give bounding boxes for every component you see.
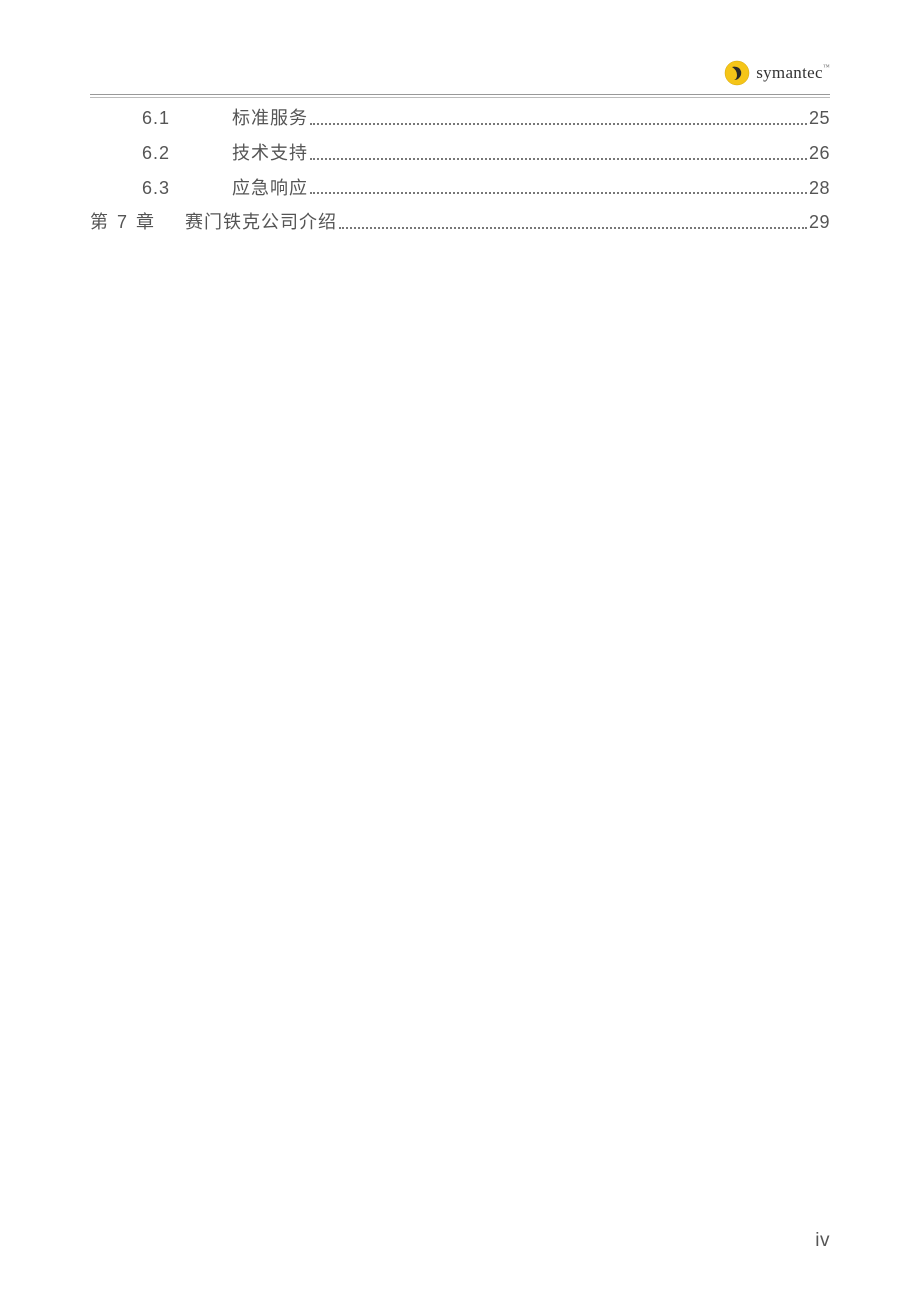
toc-entry: 6.1 标准服务 25 xyxy=(90,104,830,133)
toc-leader-dots xyxy=(310,123,807,125)
toc-entry-title: 应急响应 xyxy=(232,174,308,203)
toc-entry-number: 6.3 xyxy=(142,174,232,203)
toc-leader-dots xyxy=(339,227,807,229)
brand-name: symantec™ xyxy=(756,63,830,83)
toc-entry-title: 技术支持 xyxy=(232,139,308,168)
header-divider-thick xyxy=(90,94,830,95)
toc-entry-page: 25 xyxy=(809,104,830,133)
toc-entry-number: 第 7 章 xyxy=(90,208,185,237)
toc-leader-dots xyxy=(310,192,807,194)
toc-entry: 6.3 应急响应 28 xyxy=(90,174,830,203)
toc-leader-dots xyxy=(310,158,807,160)
toc-entry-page: 26 xyxy=(809,139,830,168)
header-divider-thin xyxy=(90,97,830,98)
table-of-contents: 6.1 标准服务 25 6.2 技术支持 26 6.3 应急响应 28 第 7 … xyxy=(90,104,830,237)
symantec-logo-icon xyxy=(724,60,750,86)
document-page: symantec™ 6.1 标准服务 25 6.2 技术支持 26 6.3 应急… xyxy=(0,0,920,1302)
page-number-footer: iv xyxy=(815,1230,830,1252)
toc-entry-chapter: 第 7 章 赛门铁克公司介绍 29 xyxy=(90,208,830,237)
toc-entry-title: 标准服务 xyxy=(232,104,308,133)
toc-entry-page: 28 xyxy=(809,174,830,203)
toc-entry-number: 6.2 xyxy=(142,139,232,168)
toc-entry-page: 29 xyxy=(809,208,830,237)
brand-logo: symantec™ xyxy=(724,60,830,86)
toc-entry-number: 6.1 xyxy=(142,104,232,133)
toc-entry-title: 赛门铁克公司介绍 xyxy=(185,208,337,237)
trademark-symbol: ™ xyxy=(823,63,830,71)
toc-entry: 6.2 技术支持 26 xyxy=(90,139,830,168)
page-header: symantec™ xyxy=(90,60,830,94)
